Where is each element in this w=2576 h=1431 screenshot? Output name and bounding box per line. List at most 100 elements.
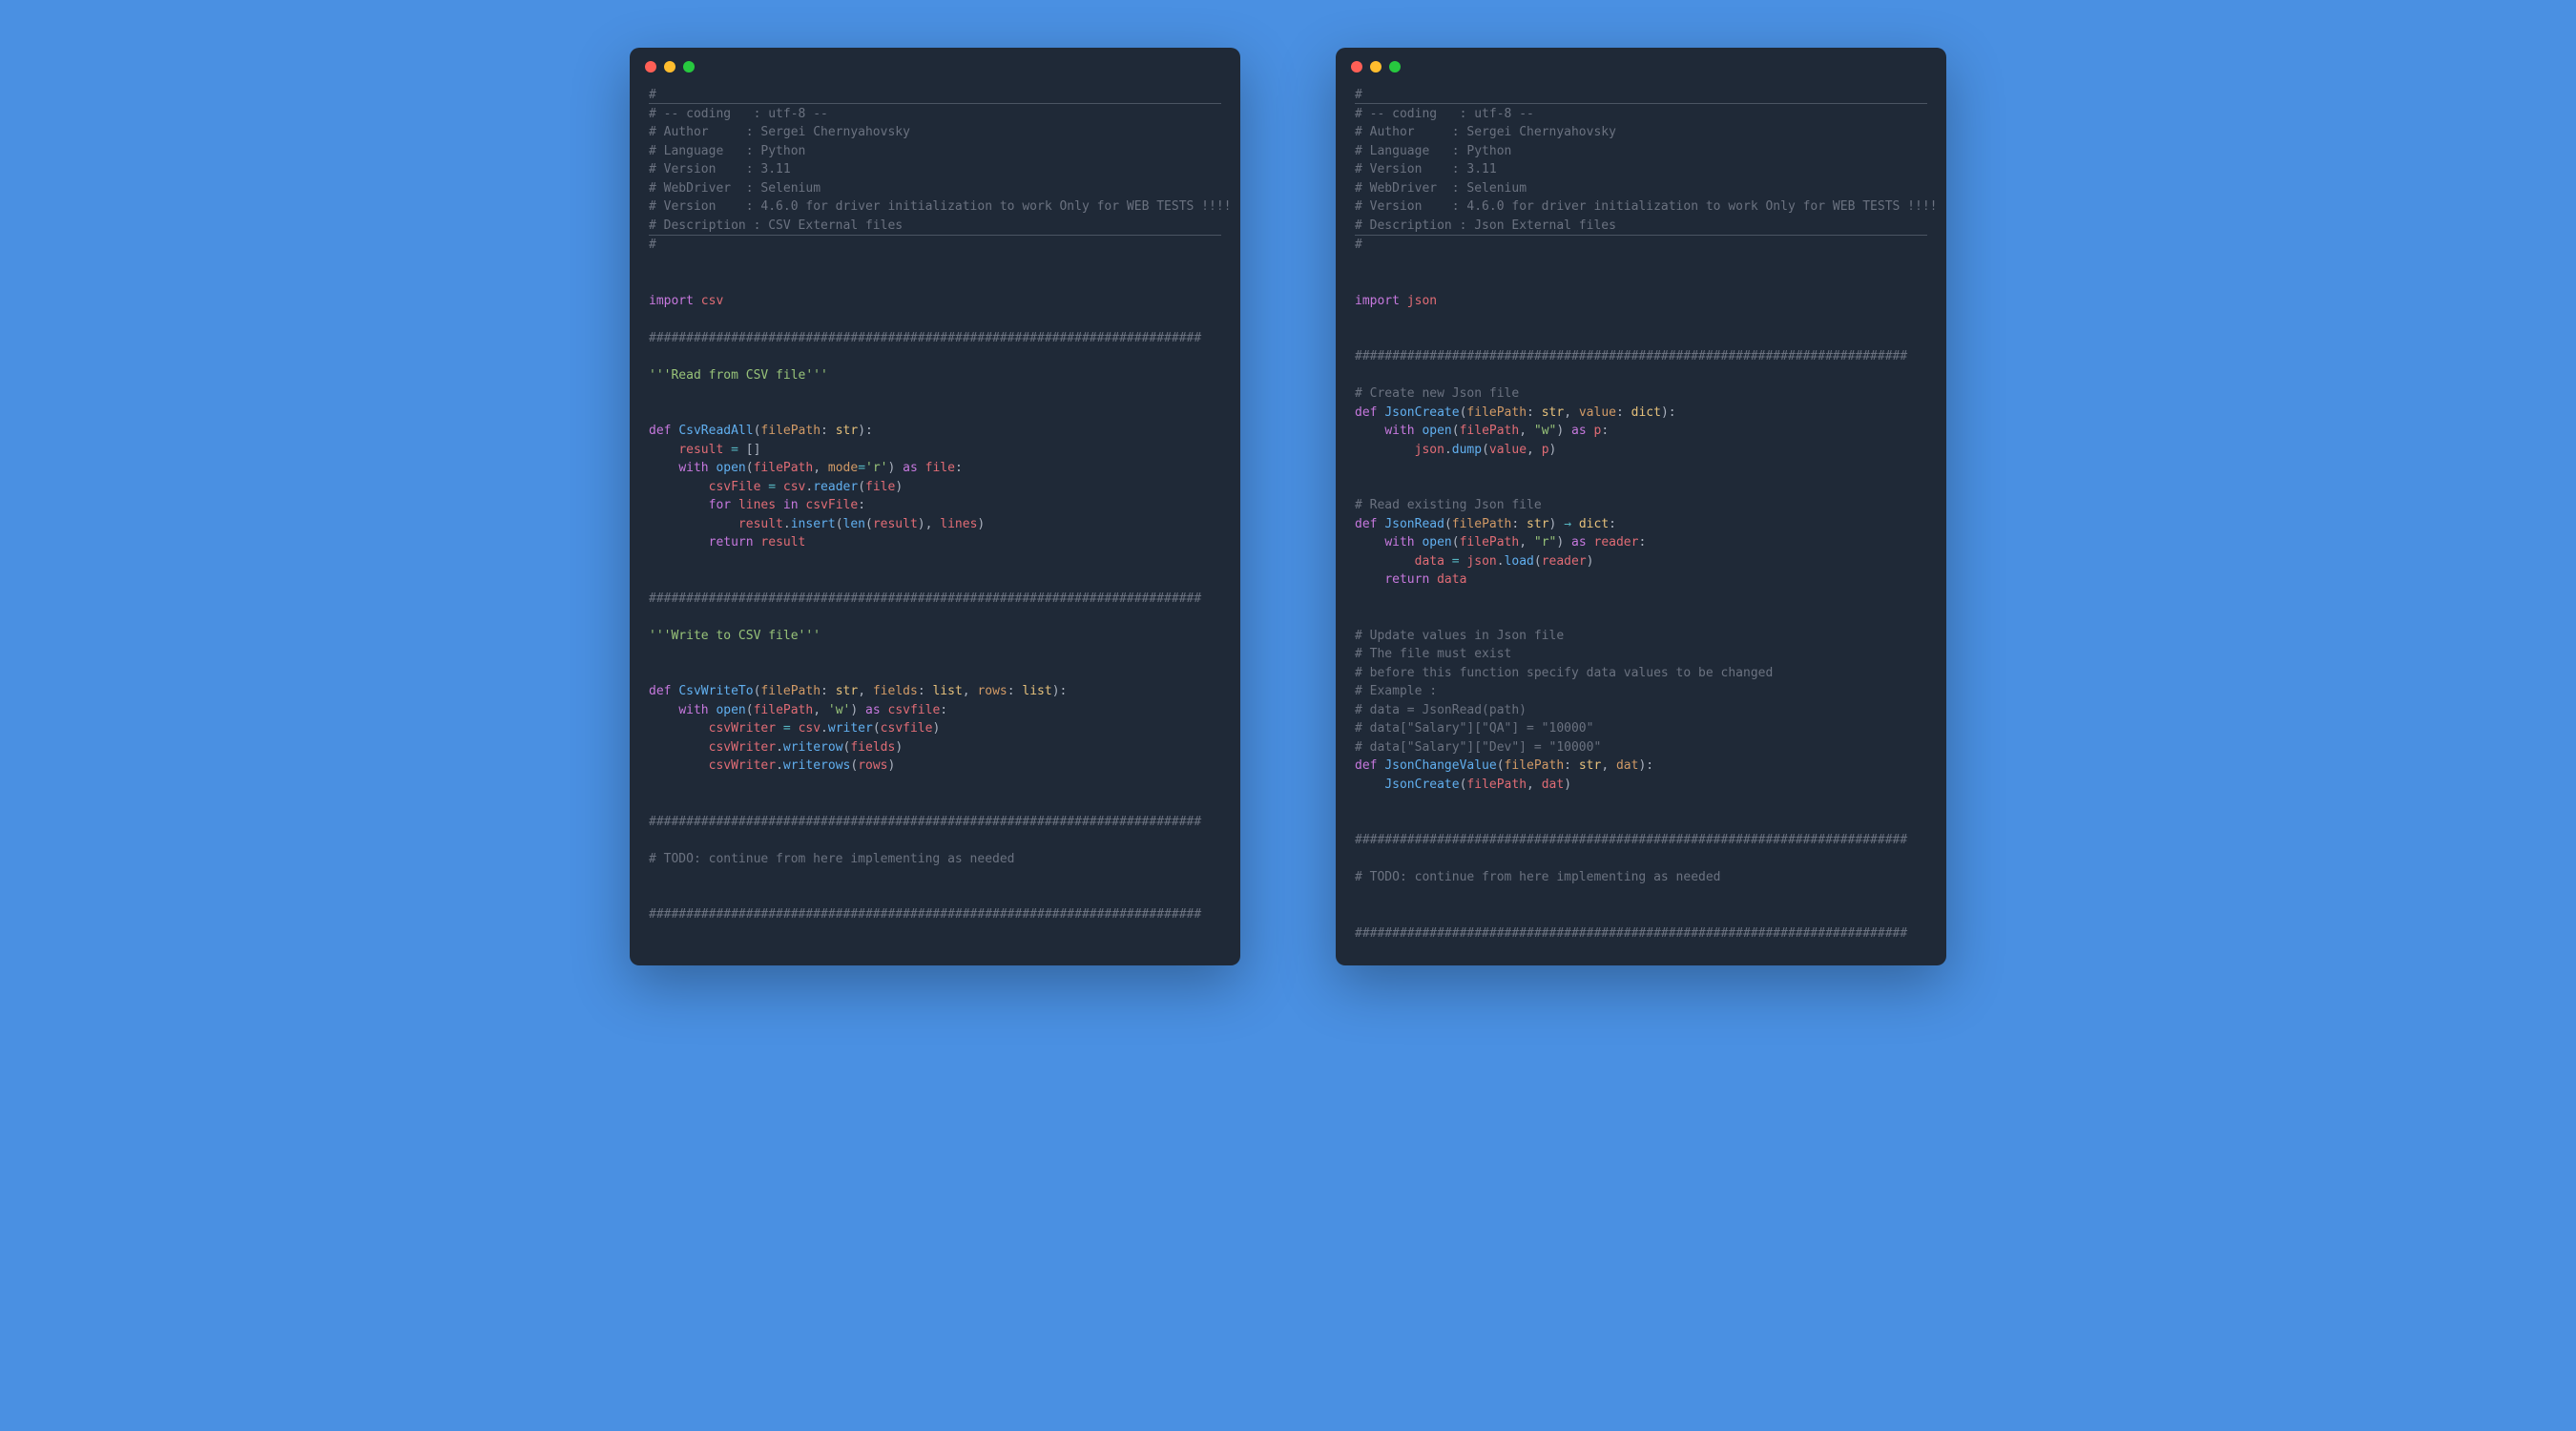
comment-hr-bottom: # [649, 235, 1221, 253]
import-module: json [1407, 294, 1437, 308]
variable: lines [738, 498, 776, 512]
arg: fields [850, 740, 895, 755]
comment: # data = JsonRead(path) [1355, 703, 1527, 717]
close-icon[interactable] [1351, 61, 1362, 73]
arg: lines [940, 517, 977, 531]
comment-hr-top: # [649, 88, 1221, 104]
param: filePath [1466, 405, 1527, 420]
comment: # before this function specify data valu… [1355, 666, 1773, 680]
comment: # Update values in Json file [1355, 629, 1564, 643]
open-fn: open [1422, 535, 1451, 550]
variable: data [1415, 554, 1444, 569]
string: 'r' [865, 461, 887, 475]
arg: filePath [754, 703, 814, 717]
type: dict [1631, 405, 1661, 420]
with-kw: with [1384, 424, 1414, 438]
arg: rows [858, 758, 887, 773]
method: insert [791, 517, 836, 531]
import-kw: import [649, 294, 694, 308]
builtin: len [843, 517, 865, 531]
def-kw: def [649, 684, 671, 698]
titlebar [1336, 48, 1946, 82]
param: value [1579, 405, 1616, 420]
header-line: # Description : Json External files [1355, 218, 1616, 233]
kwarg: mode [828, 461, 858, 475]
maximize-icon[interactable] [1389, 61, 1401, 73]
variable: data [1437, 572, 1466, 587]
variable: csvWriter [709, 758, 776, 773]
type: str [1527, 517, 1548, 531]
arg: csvfile [881, 721, 933, 736]
header-line: # Language : Python [649, 144, 805, 158]
open-fn: open [716, 461, 745, 475]
with-kw: with [678, 461, 708, 475]
method: dump [1452, 443, 1482, 457]
arg: filePath [754, 461, 814, 475]
comment-hr-top: # [1355, 88, 1927, 104]
as-kw: as [865, 703, 881, 717]
module: json [1415, 443, 1444, 457]
param: filePath [760, 424, 821, 438]
for-kw: for [709, 498, 731, 512]
param: dat [1616, 758, 1638, 773]
with-kw: with [1384, 535, 1414, 550]
header-line: # Author : Sergei Chernyahovsky [1355, 125, 1616, 139]
open-fn: open [1422, 424, 1451, 438]
code-window-right: # # -- coding : utf-8 -- # Author : Serg… [1336, 48, 1946, 965]
string: "w" [1534, 424, 1556, 438]
divider: ########################################… [649, 331, 1201, 345]
divider: ########################################… [1355, 926, 1907, 941]
in-kw: in [783, 498, 799, 512]
titlebar [630, 48, 1240, 82]
param: filePath [1505, 758, 1565, 773]
minimize-icon[interactable] [664, 61, 675, 73]
comment: # data["Salary"]["QA"] = "10000" [1355, 721, 1593, 736]
header-line: # WebDriver : Selenium [649, 181, 821, 196]
maximize-icon[interactable] [683, 61, 695, 73]
minimize-icon[interactable] [1370, 61, 1381, 73]
as-kw: as [1571, 535, 1587, 550]
def-kw: def [1355, 405, 1377, 420]
variable: csvFile [805, 498, 858, 512]
import-module: csv [701, 294, 723, 308]
header-line: # Version : 3.11 [649, 162, 791, 176]
variable: reader [1594, 535, 1639, 550]
comment: # data["Salary"]["Dev"] = "10000" [1355, 740, 1601, 755]
method: writer [828, 721, 873, 736]
method: reader [813, 480, 858, 494]
close-icon[interactable] [645, 61, 656, 73]
divider: ########################################… [1355, 349, 1907, 363]
divider: ########################################… [649, 907, 1201, 922]
variable: csvWriter [709, 740, 776, 755]
code-block: # # -- coding : utf-8 -- # Author : Serg… [1336, 82, 1946, 965]
section-read: '''Read from CSV file''' [649, 368, 828, 383]
variable: csvWriter [709, 721, 776, 736]
import-kw: import [1355, 294, 1400, 308]
variable: result [760, 535, 805, 550]
variable: result [738, 517, 783, 531]
code-window-left: # # -- coding : utf-8 -- # Author : Serg… [630, 48, 1240, 965]
empty-list: [] [746, 443, 761, 457]
header-line: # Version : 4.6.0 for driver initializat… [1355, 199, 1938, 214]
arrow: → [1564, 517, 1571, 531]
arg: result [873, 517, 918, 531]
module: csv [799, 721, 821, 736]
variable: result [678, 443, 723, 457]
arg: p [1542, 443, 1549, 457]
section-write: '''Write to CSV file''' [649, 629, 821, 643]
function-call: JsonCreate [1384, 778, 1459, 792]
module: csv [783, 480, 805, 494]
open-fn: open [716, 703, 745, 717]
header-line: # WebDriver : Selenium [1355, 181, 1527, 196]
code-block: # # -- coding : utf-8 -- # Author : Serg… [630, 82, 1240, 947]
type: str [836, 684, 858, 698]
as-kw: as [1571, 424, 1587, 438]
param: filePath [1452, 517, 1512, 531]
param: rows [977, 684, 1007, 698]
as-kw: as [903, 461, 918, 475]
function-name: JsonRead [1384, 517, 1444, 531]
def-kw: def [649, 424, 671, 438]
def-kw: def [1355, 758, 1377, 773]
type: str [836, 424, 858, 438]
arg: file [865, 480, 895, 494]
